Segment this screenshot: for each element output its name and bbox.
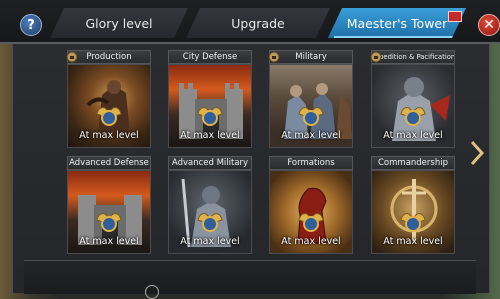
card-title: Production: [67, 50, 151, 64]
max-level-medal-icon: [298, 213, 324, 232]
max-level-medal-icon: [400, 213, 426, 232]
card-formations[interactable]: Formations At max level: [269, 156, 353, 254]
card-advanced-military[interactable]: Advanced Military At max level: [168, 156, 252, 254]
max-level-label: At max level: [281, 130, 341, 141]
gear-lock-icon: [370, 48, 382, 63]
tab-maesters-tower[interactable]: Maester's Tower: [328, 8, 466, 38]
card-advanced-defense[interactable]: Advanced Defense At max level: [67, 156, 151, 254]
card-title: Military: [269, 50, 353, 64]
max-level-label: At max level: [281, 236, 341, 247]
max-level-label: At max level: [79, 130, 139, 141]
tab-upgrade[interactable]: Upgrade: [186, 8, 330, 38]
notification-flag-icon: [448, 11, 462, 22]
max-level-medal-icon: [298, 107, 324, 126]
bottom-info-bar: [24, 260, 476, 294]
tab-bar: ? Glory level Upgrade Maester's Tower ✕: [0, 0, 500, 44]
next-page-arrow-icon[interactable]: [470, 140, 484, 166]
card-production[interactable]: Production At max level: [66, 48, 151, 148]
gear-lock-icon: [268, 48, 280, 63]
max-level-label: At max level: [180, 236, 240, 247]
info-icon[interactable]: [145, 285, 159, 299]
help-button[interactable]: ?: [20, 14, 42, 36]
close-button[interactable]: ✕: [478, 14, 500, 36]
max-level-medal-icon: [197, 107, 223, 126]
max-level-medal-icon: [96, 107, 122, 126]
card-expedition-pacification[interactable]: Expedition & Pacification At max level: [370, 48, 455, 148]
max-level-medal-icon: [96, 213, 122, 232]
max-level-label: At max level: [180, 130, 240, 141]
max-level-label: At max level: [383, 130, 443, 141]
card-military[interactable]: Military At max level: [268, 48, 353, 148]
card-title: Advanced Defense: [67, 156, 151, 170]
card-title: City Defense: [168, 50, 252, 64]
max-level-medal-icon: [400, 107, 426, 126]
card-title: Advanced Military: [168, 156, 252, 170]
max-level-label: At max level: [383, 236, 443, 247]
card-city-defense[interactable]: City Defense At max level: [168, 50, 252, 148]
tab-glory-level[interactable]: Glory level: [50, 8, 188, 38]
card-title: Expedition & Pacification: [371, 50, 455, 64]
gear-lock-icon: [66, 48, 78, 63]
card-title: Formations: [269, 156, 353, 170]
card-title: Commandership: [371, 156, 455, 170]
max-level-label: At max level: [79, 236, 139, 247]
max-level-medal-icon: [197, 213, 223, 232]
card-commandership[interactable]: Commandership At max level: [371, 156, 455, 254]
